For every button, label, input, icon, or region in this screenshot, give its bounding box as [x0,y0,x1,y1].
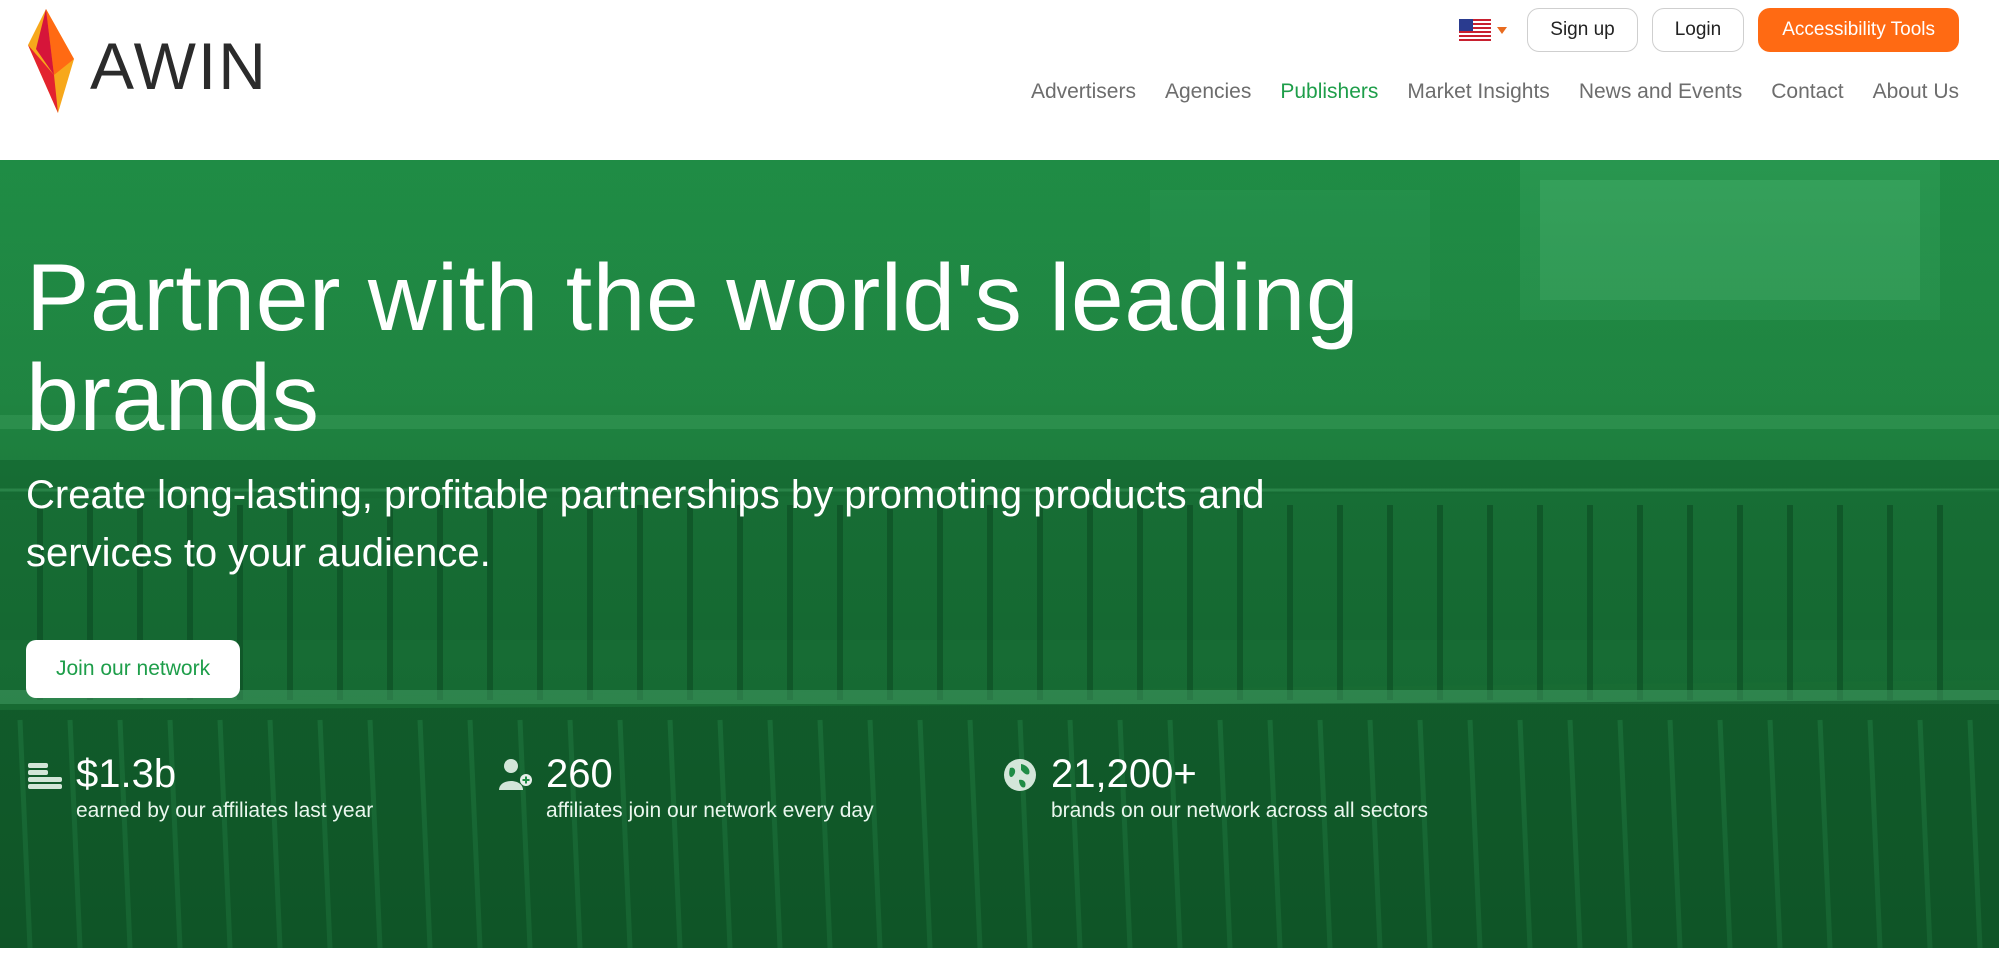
stat-brands: 21,200+ brands on our network across all… [1001,752,1501,826]
awin-flame-icon [28,9,74,113]
stat-earnings-text: $1.3b earned by our affiliates last year [76,752,373,826]
stat-description: affiliates join our network every day [546,799,874,822]
awin-logo-link[interactable]: AWIN [24,8,266,114]
stat-description: earned by our affiliates last year [76,799,374,822]
nav-item-advertisers[interactable]: Advertisers [1031,80,1136,104]
nav-item-about-us[interactable]: About Us [1873,80,1959,104]
hero-title: Partner with the world's leading brands [26,245,1360,451]
hero-content: Partner with the world's leading brands … [26,248,1426,582]
nav-item-agencies[interactable]: Agencies [1165,80,1251,104]
signup-button[interactable]: Sign up [1527,8,1638,52]
chevron-down-icon [1497,26,1508,34]
coins-icon [28,763,62,789]
nav-item-market-insights[interactable]: Market Insights [1407,80,1549,104]
locale-selector[interactable] [1459,19,1508,41]
nav-item-publishers[interactable]: Publishers [1280,80,1378,104]
stat-description: brands on our network across all sectors [1051,799,1429,822]
user-plus-icon [499,759,532,790]
logo-wordmark: AWIN [90,29,268,103]
join-network-button[interactable]: Join our network [26,640,241,698]
stat-value: 21,200+ [1051,752,1197,796]
us-flag-icon [1459,19,1492,41]
stat-value: $1.3b [76,752,177,796]
stat-value: 260 [546,752,613,796]
top-actions: Sign up Login Accessibility Tools [1459,8,1959,52]
nav-item-news-and-events[interactable]: News and Events [1579,80,1742,104]
stats-row: $1.3b earned by our affiliates last year… [26,752,1501,826]
stat-affiliates: 260 affiliates join our network every da… [496,752,1001,826]
hero-section: Partner with the world's leading brands … [0,160,1999,948]
hero-subtitle: Create long-lasting, profitable partners… [26,473,1265,575]
stat-affiliates-text: 260 affiliates join our network every da… [546,752,874,826]
site-header: AWIN Sign up Login Accessibility Tools A… [0,0,1999,160]
main-nav: Advertisers Agencies Publishers Market I… [1031,80,1959,104]
login-button[interactable]: Login [1651,8,1745,52]
stat-earnings: $1.3b earned by our affiliates last year [26,752,496,826]
accessibility-tools-button[interactable]: Accessibility Tools [1758,8,1959,52]
globe-icon [1004,759,1036,791]
stat-brands-text: 21,200+ brands on our network across all… [1051,752,1428,826]
nav-item-contact[interactable]: Contact [1771,80,1843,104]
